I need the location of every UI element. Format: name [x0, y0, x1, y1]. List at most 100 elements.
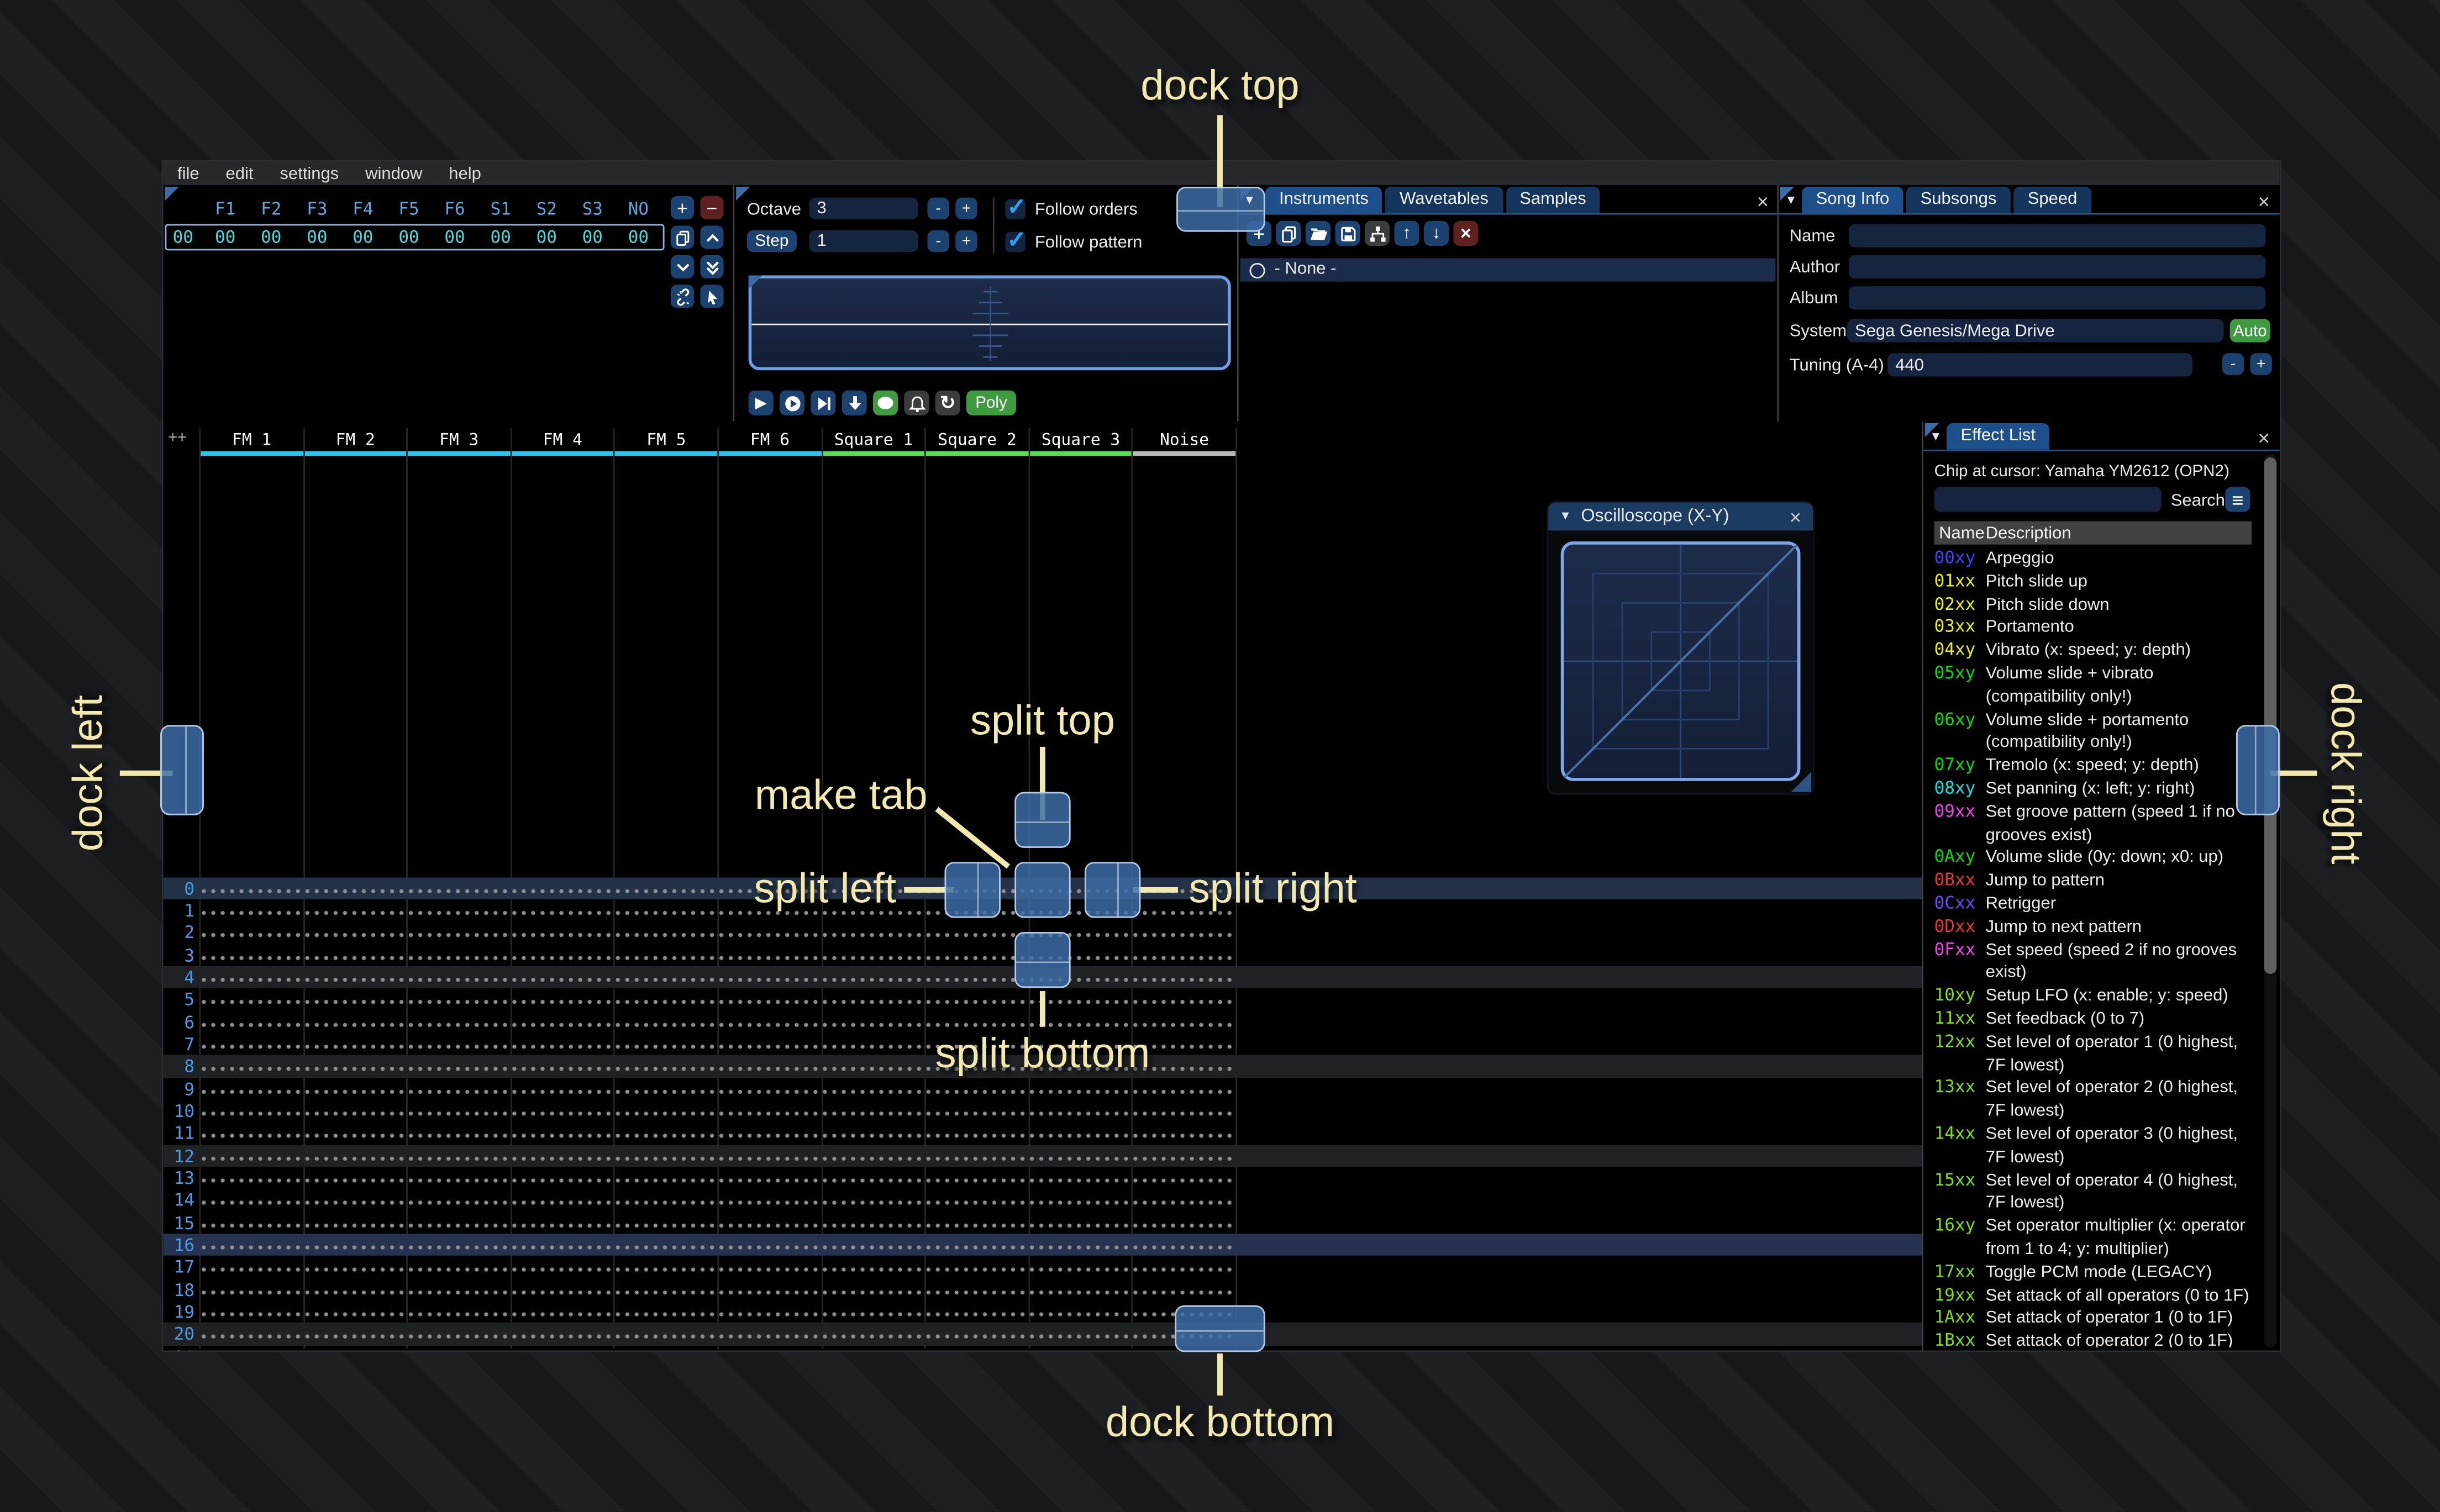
- row-cells[interactable]: [199, 1278, 1236, 1301]
- asset-tab[interactable]: Wavetables: [1385, 186, 1503, 213]
- oscilloscope-xy-window[interactable]: ▼ Oscilloscope (X-Y) ×: [1548, 502, 1813, 794]
- channel-name[interactable]: Noise: [1133, 429, 1235, 451]
- channel-name[interactable]: Square 1: [823, 429, 925, 451]
- oscilloscope-xy-titlebar[interactable]: ▼ Oscilloscope (X-Y) ×: [1548, 502, 1813, 531]
- resize-grip[interactable]: [1791, 771, 1812, 792]
- effect-table-header[interactable]: Name Description: [1934, 521, 2252, 545]
- row-cells[interactable]: [199, 1256, 1236, 1279]
- scrollbar-thumb[interactable]: [2264, 457, 2277, 974]
- poly-button[interactable]: Poly: [966, 390, 1017, 415]
- split-right-target[interactable]: [1084, 862, 1141, 918]
- order-row-selected[interactable]: 00 00 00 00 00 00 00 00 00 00 00: [165, 224, 665, 251]
- pattern-row[interactable]: 9: [164, 1077, 1922, 1100]
- pattern-row[interactable]: 16: [163, 1234, 1922, 1256]
- tuning-input[interactable]: [1887, 353, 2193, 377]
- metronome-button[interactable]: [904, 390, 929, 415]
- instrument-save-button[interactable]: [1335, 220, 1360, 246]
- channel-name[interactable]: Square 3: [1030, 429, 1132, 451]
- menu-item[interactable]: help: [449, 164, 481, 183]
- author-input[interactable]: [1848, 255, 2266, 279]
- row-cells[interactable]: [199, 944, 1236, 966]
- pattern-row[interactable]: 14: [164, 1189, 1922, 1211]
- order-cell[interactable]: 00: [524, 227, 570, 247]
- asset-tab[interactable]: Instruments: [1265, 186, 1383, 213]
- order-cell[interactable]: 00: [478, 227, 524, 247]
- pattern-row[interactable]: 13: [164, 1167, 1922, 1189]
- pattern-row[interactable]: 15: [164, 1211, 1922, 1234]
- order-remove-button[interactable]: −: [700, 196, 724, 220]
- step-increment-button[interactable]: +: [955, 230, 977, 252]
- row-cells[interactable]: [199, 1345, 1236, 1351]
- song-tab[interactable]: Song Info: [1802, 186, 1903, 213]
- tuning-decrement-button[interactable]: -: [2222, 353, 2244, 375]
- system-input[interactable]: [1847, 319, 2224, 343]
- make-tab-target[interactable]: [1014, 862, 1071, 918]
- close-icon[interactable]: ×: [1790, 507, 1801, 528]
- order-cell[interactable]: 00: [340, 227, 386, 247]
- row-cells[interactable]: [199, 988, 1236, 1011]
- edit-record-button[interactable]: [872, 390, 898, 415]
- menu-item[interactable]: edit: [226, 164, 254, 183]
- row-cells[interactable]: [199, 1099, 1236, 1123]
- instrument-open-button[interactable]: [1305, 220, 1331, 246]
- channel-name[interactable]: FM 1: [201, 429, 303, 451]
- close-icon[interactable]: ×: [1757, 191, 1769, 212]
- order-cell[interactable]: 00: [248, 227, 294, 247]
- tab-list-arrow-icon[interactable]: ▼: [1243, 194, 1255, 207]
- pattern-row[interactable]: 21: [164, 1345, 1922, 1351]
- close-icon[interactable]: ×: [2258, 191, 2269, 212]
- row-cells[interactable]: [199, 1323, 1236, 1346]
- tab-list-arrow-icon[interactable]: ▼: [1785, 194, 1797, 207]
- play-button[interactable]: ▶: [748, 390, 774, 415]
- play-one-row-button[interactable]: [811, 390, 836, 415]
- pattern-row[interactable]: 12: [163, 1144, 1922, 1167]
- pattern-row[interactable]: 11: [164, 1122, 1922, 1145]
- row-cells[interactable]: [199, 966, 1236, 988]
- dock-bottom-target[interactable]: [1175, 1305, 1265, 1352]
- pattern-row[interactable]: 10: [164, 1099, 1922, 1123]
- row-cells[interactable]: [199, 1167, 1236, 1189]
- row-cells[interactable]: [199, 1189, 1236, 1211]
- effect-search-input[interactable]: [1934, 487, 2162, 512]
- row-cells[interactable]: [199, 899, 1236, 921]
- order-move-down-button[interactable]: [670, 255, 695, 279]
- row-cells[interactable]: [199, 1077, 1236, 1100]
- pattern-row[interactable]: 19: [164, 1300, 1922, 1323]
- channel-name[interactable]: FM 4: [512, 429, 614, 451]
- effect-list-menu-button[interactable]: ≡: [2225, 487, 2250, 512]
- order-edit-mode-button[interactable]: [700, 285, 724, 308]
- song-tab[interactable]: Speed: [2013, 186, 2091, 213]
- order-deep-clone-button[interactable]: [670, 285, 695, 308]
- album-input[interactable]: [1848, 286, 2266, 310]
- pattern-row[interactable]: 5: [164, 988, 1922, 1011]
- repeat-pattern-button[interactable]: ↻: [935, 390, 960, 415]
- instrument-move-down-button[interactable]: ↓: [1423, 220, 1449, 246]
- order-duplicate-button[interactable]: [670, 225, 695, 249]
- order-cell[interactable]: 00: [432, 227, 478, 247]
- split-bottom-target[interactable]: [1014, 931, 1071, 988]
- row-cells[interactable]: [199, 1144, 1236, 1167]
- octave-increment-button[interactable]: +: [955, 197, 977, 220]
- row-cells[interactable]: [199, 876, 1236, 899]
- close-icon[interactable]: ×: [2258, 428, 2269, 448]
- split-left-target[interactable]: [944, 862, 1001, 918]
- pattern-row[interactable]: 17: [164, 1256, 1922, 1279]
- row-cells[interactable]: [199, 1122, 1236, 1145]
- dock-left-target[interactable]: [160, 725, 204, 815]
- asset-tab[interactable]: Samples: [1505, 186, 1601, 213]
- instrument-list-item[interactable]: - None -: [1240, 258, 1776, 282]
- order-duplicate-end-button[interactable]: [700, 255, 724, 279]
- tab-list-arrow-icon[interactable]: ▼: [1929, 430, 1942, 444]
- step-button[interactable]: Step: [746, 230, 797, 252]
- channel-name[interactable]: FM 2: [304, 429, 407, 451]
- instrument-delete-button[interactable]: ×: [1453, 220, 1479, 246]
- tuning-increment-button[interactable]: +: [2250, 353, 2272, 375]
- name-input[interactable]: [1848, 224, 2266, 247]
- step-decrement-button[interactable]: -: [927, 230, 949, 252]
- row-cells[interactable]: [199, 1234, 1236, 1256]
- channel-name[interactable]: FM 6: [719, 429, 821, 451]
- dock-right-target[interactable]: [2236, 725, 2280, 815]
- collapse-arrow-icon[interactable]: ▼: [1559, 509, 1571, 523]
- menu-item[interactable]: settings: [280, 164, 339, 183]
- order-cell[interactable]: 00: [570, 227, 616, 247]
